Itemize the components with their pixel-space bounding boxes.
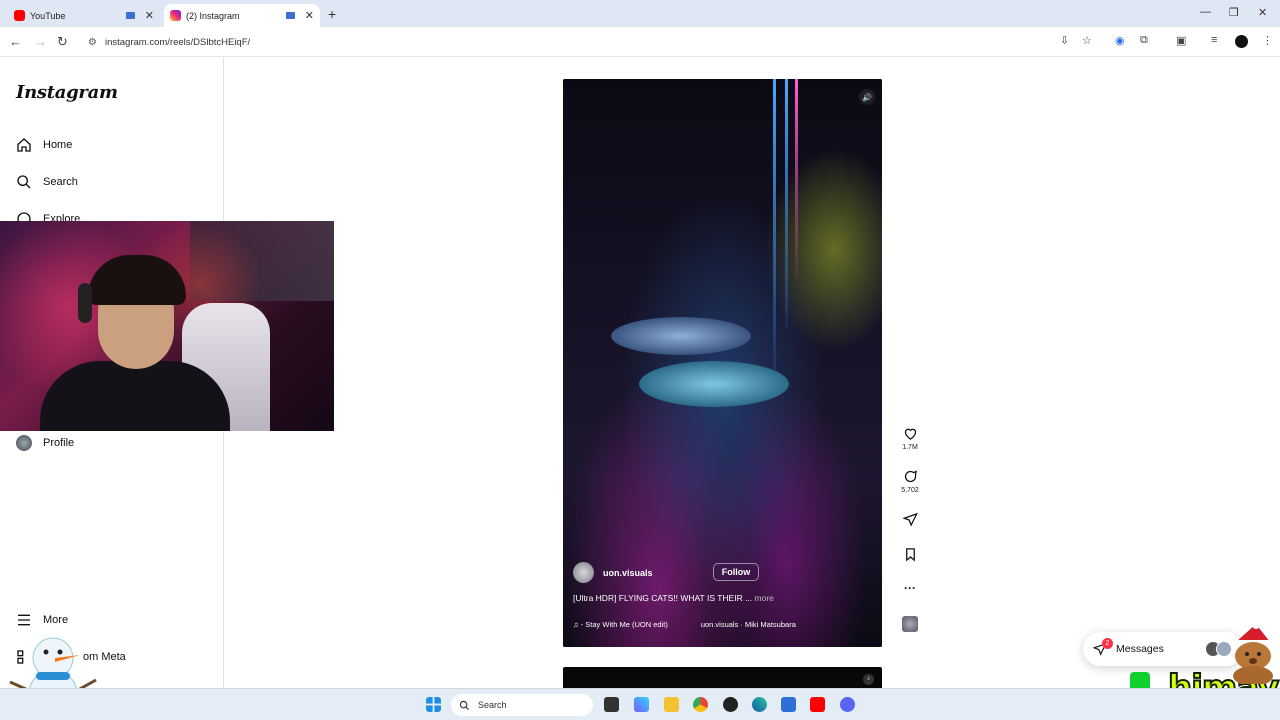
windows-taskbar: Search <box>0 688 1280 720</box>
reload-icon[interactable]: ↻ <box>57 34 68 50</box>
flying-cat <box>639 361 789 407</box>
tab-title: (2) Instagram <box>186 10 240 21</box>
comment-icon <box>904 470 917 483</box>
caption-text: [Ultra HDR] FLYING CATS!! WHAT IS THEIR … <box>573 593 753 603</box>
site-info-icon[interactable]: ⚙ <box>88 37 97 48</box>
audio-track[interactable]: ♫ - Stay With Me (UON edit) <box>573 620 668 629</box>
sidebar-item-home[interactable]: Home <box>16 137 72 153</box>
back-icon[interactable]: ← <box>9 34 22 49</box>
url-text: instagram.com/reels/DSlbtcHEiqF/ <box>104 36 251 48</box>
avatar <box>573 562 594 583</box>
light-beam <box>773 79 776 379</box>
like-count: 1.7M <box>902 444 918 451</box>
minimize-icon[interactable]: — <box>1200 6 1211 18</box>
reel-username[interactable]: uon.visuals <box>603 568 653 578</box>
webcam-person-body <box>40 361 230 431</box>
search-icon <box>17 175 31 189</box>
close-tab-icon[interactable]: ✕ <box>145 9 154 22</box>
audio-thumbnail[interactable] <box>902 616 918 632</box>
sidebar-item-search[interactable]: Search <box>16 174 78 190</box>
comment-button[interactable]: 5,702 <box>896 469 924 494</box>
bookmark-icon <box>905 548 915 562</box>
follow-button[interactable]: Follow <box>713 563 759 581</box>
close-tab-icon[interactable]: ✕ <box>305 9 314 22</box>
sound-toggle-icon[interactable]: ♪ <box>863 674 874 685</box>
youtube-icon[interactable] <box>810 697 825 712</box>
next-reel-preview[interactable]: ♪ <box>563 667 882 688</box>
like-button[interactable]: 1.7M <box>896 426 924 451</box>
save-button[interactable] <box>896 547 924 562</box>
browser-tab-bar: YouTube ✕ (2) Instagram ✕ + — ❐ ✕ <box>0 0 1280 27</box>
sidebar-item-label: More <box>43 614 69 626</box>
instagram-favicon-icon <box>170 10 181 21</box>
tab-youtube[interactable]: YouTube ✕ <box>8 4 160 27</box>
comment-count: 5,702 <box>901 487 919 494</box>
bookmark-star-icon[interactable]: ☆ <box>1082 34 1092 47</box>
sound-toggle-icon[interactable]: 🔊 <box>859 89 875 105</box>
menu-icon <box>18 614 30 626</box>
search-icon <box>459 700 470 710</box>
light-beam <box>795 79 798 279</box>
share-icon <box>902 512 918 527</box>
tab-title: YouTube <box>30 10 66 21</box>
reel-audio-info[interactable]: ♫ - Stay With Me (UON edit) uon.visuals … <box>573 620 873 629</box>
profile-avatar[interactable] <box>1235 35 1248 48</box>
messages-label: Messages <box>1116 643 1164 655</box>
avatar <box>16 435 32 451</box>
edge-icon[interactable] <box>752 697 767 712</box>
file-explorer-icon[interactable] <box>664 697 679 712</box>
restore-icon[interactable]: ❐ <box>1229 6 1239 19</box>
split-view-icon[interactable]: ▣ <box>1176 34 1186 47</box>
webcam-overlay <box>0 221 334 431</box>
extension-icon[interactable]: ◉ <box>1115 34 1125 47</box>
close-window-icon[interactable]: ✕ <box>1258 6 1267 19</box>
share-button[interactable] <box>896 512 924 527</box>
install-app-icon[interactable]: ⇩ <box>1060 34 1069 47</box>
sidebar-item-label: Home <box>43 139 73 151</box>
reel-caption: [Ultra HDR] FLYING CATS!! WHAT IS THEIR … <box>573 593 774 603</box>
windows-start-icon[interactable] <box>426 697 441 712</box>
new-tab-icon[interactable]: + <box>328 6 336 22</box>
picture-in-picture-icon[interactable] <box>125 12 135 19</box>
chrome-icon[interactable] <box>693 697 708 712</box>
webcam-headset <box>78 283 92 323</box>
light-beam <box>785 79 788 329</box>
heart-icon <box>904 428 916 440</box>
address-bar[interactable]: ⚙ instagram.com/reels/DSlbtcHEiqF/ <box>80 31 1110 53</box>
reel-author[interactable]: uon.visuals <box>573 562 653 583</box>
youtube-favicon-icon <box>14 10 25 21</box>
picture-in-picture-icon[interactable] <box>285 12 295 19</box>
audio-credit[interactable]: uon.visuals · Miki Matsubara <box>701 620 796 629</box>
santa-bear-icon <box>1233 622 1273 684</box>
caption-more-link[interactable]: more <box>755 593 774 603</box>
task-view-icon[interactable] <box>604 697 619 712</box>
media-control-icon[interactable]: ≡ <box>1211 34 1217 46</box>
kebab-menu-icon[interactable]: ⋮ <box>1262 34 1273 47</box>
sidebar-item-more[interactable]: More <box>16 612 68 628</box>
sidebar-item-label: Profile <box>43 437 75 449</box>
discord-icon[interactable] <box>840 697 855 712</box>
instagram-logo[interactable]: Instagram <box>16 82 118 103</box>
home-icon <box>17 138 31 152</box>
messages-badge: 2 <box>1102 638 1113 649</box>
taskbar-search-placeholder: Search <box>478 700 507 710</box>
tab-instagram[interactable]: (2) Instagram ✕ <box>164 4 320 27</box>
extensions-puzzle-icon[interactable]: ⧉ <box>1140 34 1148 47</box>
more-options-icon[interactable]: ··· <box>896 581 924 595</box>
reel-video[interactable]: 🔊 uon.visuals Follow [Ultra HDR] FLYING … <box>563 79 882 647</box>
sidebar-item-label: Search <box>43 176 78 188</box>
sidebar-item-profile[interactable]: Profile <box>16 435 74 451</box>
obs-icon[interactable] <box>723 697 738 712</box>
copilot-icon[interactable] <box>634 697 649 712</box>
store-icon[interactable] <box>781 697 796 712</box>
taskbar-search[interactable]: Search <box>451 694 593 716</box>
flying-cat <box>611 317 751 355</box>
audio-track-title: - Stay With Me (UON edit) <box>580 620 668 629</box>
forward-icon[interactable]: → <box>34 34 47 49</box>
